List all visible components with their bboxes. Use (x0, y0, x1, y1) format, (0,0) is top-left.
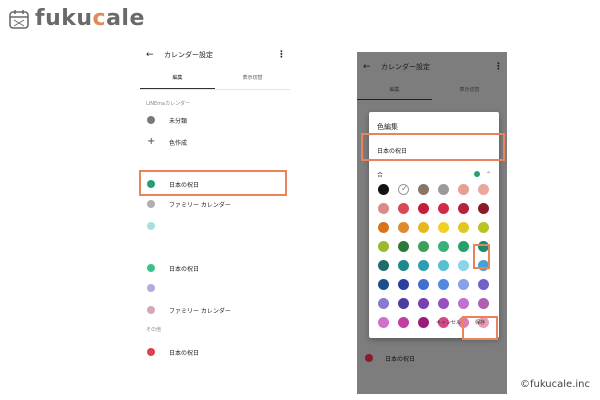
color-dot (365, 354, 373, 362)
color-dot (147, 306, 155, 314)
highlight-selected-swatch (473, 244, 490, 269)
palette-swatch[interactable] (418, 184, 429, 195)
palette-swatch[interactable] (398, 279, 409, 290)
palette-swatch[interactable] (478, 279, 489, 290)
logo-wordmark: fukucale (35, 6, 145, 31)
tab-display[interactable]: 表示切替 (432, 82, 507, 100)
palette-swatch[interactable] (398, 222, 409, 233)
calendar-item[interactable] (140, 278, 290, 298)
calendar-item-label: 日本の祝日 (169, 349, 200, 357)
more-vert-icon[interactable]: ⋮ (277, 50, 286, 60)
palette-swatch-checked[interactable] (398, 184, 409, 195)
section-header: LINEmaカレンダー (146, 101, 191, 107)
palette-swatch[interactable] (418, 298, 429, 309)
palette-swatch[interactable] (458, 222, 469, 233)
highlight-save-button (462, 316, 498, 340)
calendar-item[interactable] (140, 216, 290, 236)
tab-bar: 編集 表示切替 (357, 82, 507, 100)
calendar-item[interactable]: ファミリー カレンダー (140, 194, 290, 214)
palette-swatch[interactable] (418, 203, 429, 214)
create-color-item[interactable]: + 色作成 (140, 132, 290, 152)
palette-swatch[interactable] (418, 241, 429, 252)
palette-swatch[interactable] (378, 279, 389, 290)
palette-swatch[interactable] (378, 222, 389, 233)
color-dot (147, 284, 155, 292)
fukucale-logo: fukucale (8, 6, 145, 31)
palette-swatch[interactable] (458, 298, 469, 309)
palette-swatch[interactable] (478, 222, 489, 233)
screen-title: カレンダー設定 (164, 51, 213, 59)
cancel-button[interactable]: キャンセル (436, 319, 461, 326)
color-edit-screen: ← カレンダー設定 ⋮ 編集 表示切替 色編集 日本の祝日 合 ⌃ キャンセル … (357, 52, 507, 394)
calendar-item[interactable]: 日本の祝日 (140, 258, 290, 278)
palette-swatch[interactable] (478, 298, 489, 309)
color-dot (147, 200, 155, 208)
calendar-item-label: 日本の祝日 (169, 265, 200, 273)
palette-swatch[interactable] (458, 241, 469, 252)
app-bar: ← カレンダー設定 ⋮ (140, 42, 290, 68)
calendar-item-label: ファミリー カレンダー (169, 201, 231, 209)
palette-swatch[interactable] (378, 241, 389, 252)
app-bar: ← カレンダー設定 ⋮ (357, 52, 507, 82)
calendar-settings-screen: ← カレンダー設定 ⋮ 編集 表示切替 LINEmaカレンダー 未分類 + 色作… (140, 42, 290, 392)
calendar-item-label: 色作成 (169, 139, 188, 147)
calendar-item[interactable]: 未分類 (140, 110, 290, 130)
color-dot (147, 116, 155, 124)
section-header-other: その他 (146, 327, 162, 333)
palette-swatch[interactable] (378, 298, 389, 309)
palette-swatch[interactable] (438, 241, 449, 252)
tab-bar: 編集 表示切替 (140, 68, 290, 90)
more-vert-icon[interactable]: ⋮ (494, 62, 503, 72)
selected-color-dot (473, 171, 480, 177)
palette-swatch[interactable] (478, 203, 489, 214)
palette-swatch[interactable] (438, 203, 449, 214)
palette-swatch[interactable] (378, 203, 389, 214)
palette-swatch[interactable] (458, 279, 469, 290)
calendar-item-label: 未分類 (169, 117, 188, 125)
plus-icon: + (147, 136, 156, 147)
palette-swatch[interactable] (398, 203, 409, 214)
calendar-item-label: ファミリー カレンダー (169, 307, 231, 315)
palette-swatch[interactable] (438, 260, 449, 271)
calendar-item[interactable]: 日本の祝日 (140, 342, 290, 362)
palette-swatch[interactable] (398, 241, 409, 252)
color-selector-row[interactable]: 合 ⌃ (377, 168, 491, 180)
row-glyph: 合 (377, 171, 384, 179)
color-dot (147, 264, 155, 272)
color-dot (147, 222, 155, 230)
tab-edit[interactable]: 編集 (357, 82, 432, 100)
palette-swatch[interactable] (438, 184, 449, 195)
tab-edit[interactable]: 編集 (140, 68, 215, 89)
copyright-notice: ©fukucale.inc (519, 379, 590, 390)
palette-swatch[interactable] (438, 222, 449, 233)
calendar-item[interactable]: 日本の祝日 (357, 350, 507, 366)
screen-title: カレンダー設定 (381, 63, 430, 71)
palette-swatch[interactable] (438, 298, 449, 309)
palette-swatch[interactable] (478, 184, 489, 195)
highlight-holiday-item (139, 170, 287, 196)
highlight-name-input (361, 133, 505, 161)
tab-display[interactable]: 表示切替 (215, 68, 290, 89)
calendar-item-label: 日本の祝日 (385, 355, 416, 363)
calendar-logo-icon (9, 9, 29, 29)
palette-swatch[interactable] (398, 260, 409, 271)
palette-swatch[interactable] (418, 222, 429, 233)
palette-swatch[interactable] (418, 260, 429, 271)
palette-swatch[interactable] (438, 279, 449, 290)
arrow-left-icon[interactable]: ← (363, 62, 381, 72)
color-dot (147, 348, 155, 356)
palette-swatch[interactable] (458, 184, 469, 195)
dialog-title: 色編集 (377, 123, 398, 131)
arrow-left-icon[interactable]: ← (146, 50, 164, 60)
palette-swatch[interactable] (378, 260, 389, 271)
chevron-up-icon[interactable]: ⌃ (486, 171, 491, 178)
palette-swatch[interactable] (458, 203, 469, 214)
palette-swatch[interactable] (378, 184, 389, 195)
palette-swatch[interactable] (458, 260, 469, 271)
palette-swatch[interactable] (418, 279, 429, 290)
palette-swatch[interactable] (398, 298, 409, 309)
